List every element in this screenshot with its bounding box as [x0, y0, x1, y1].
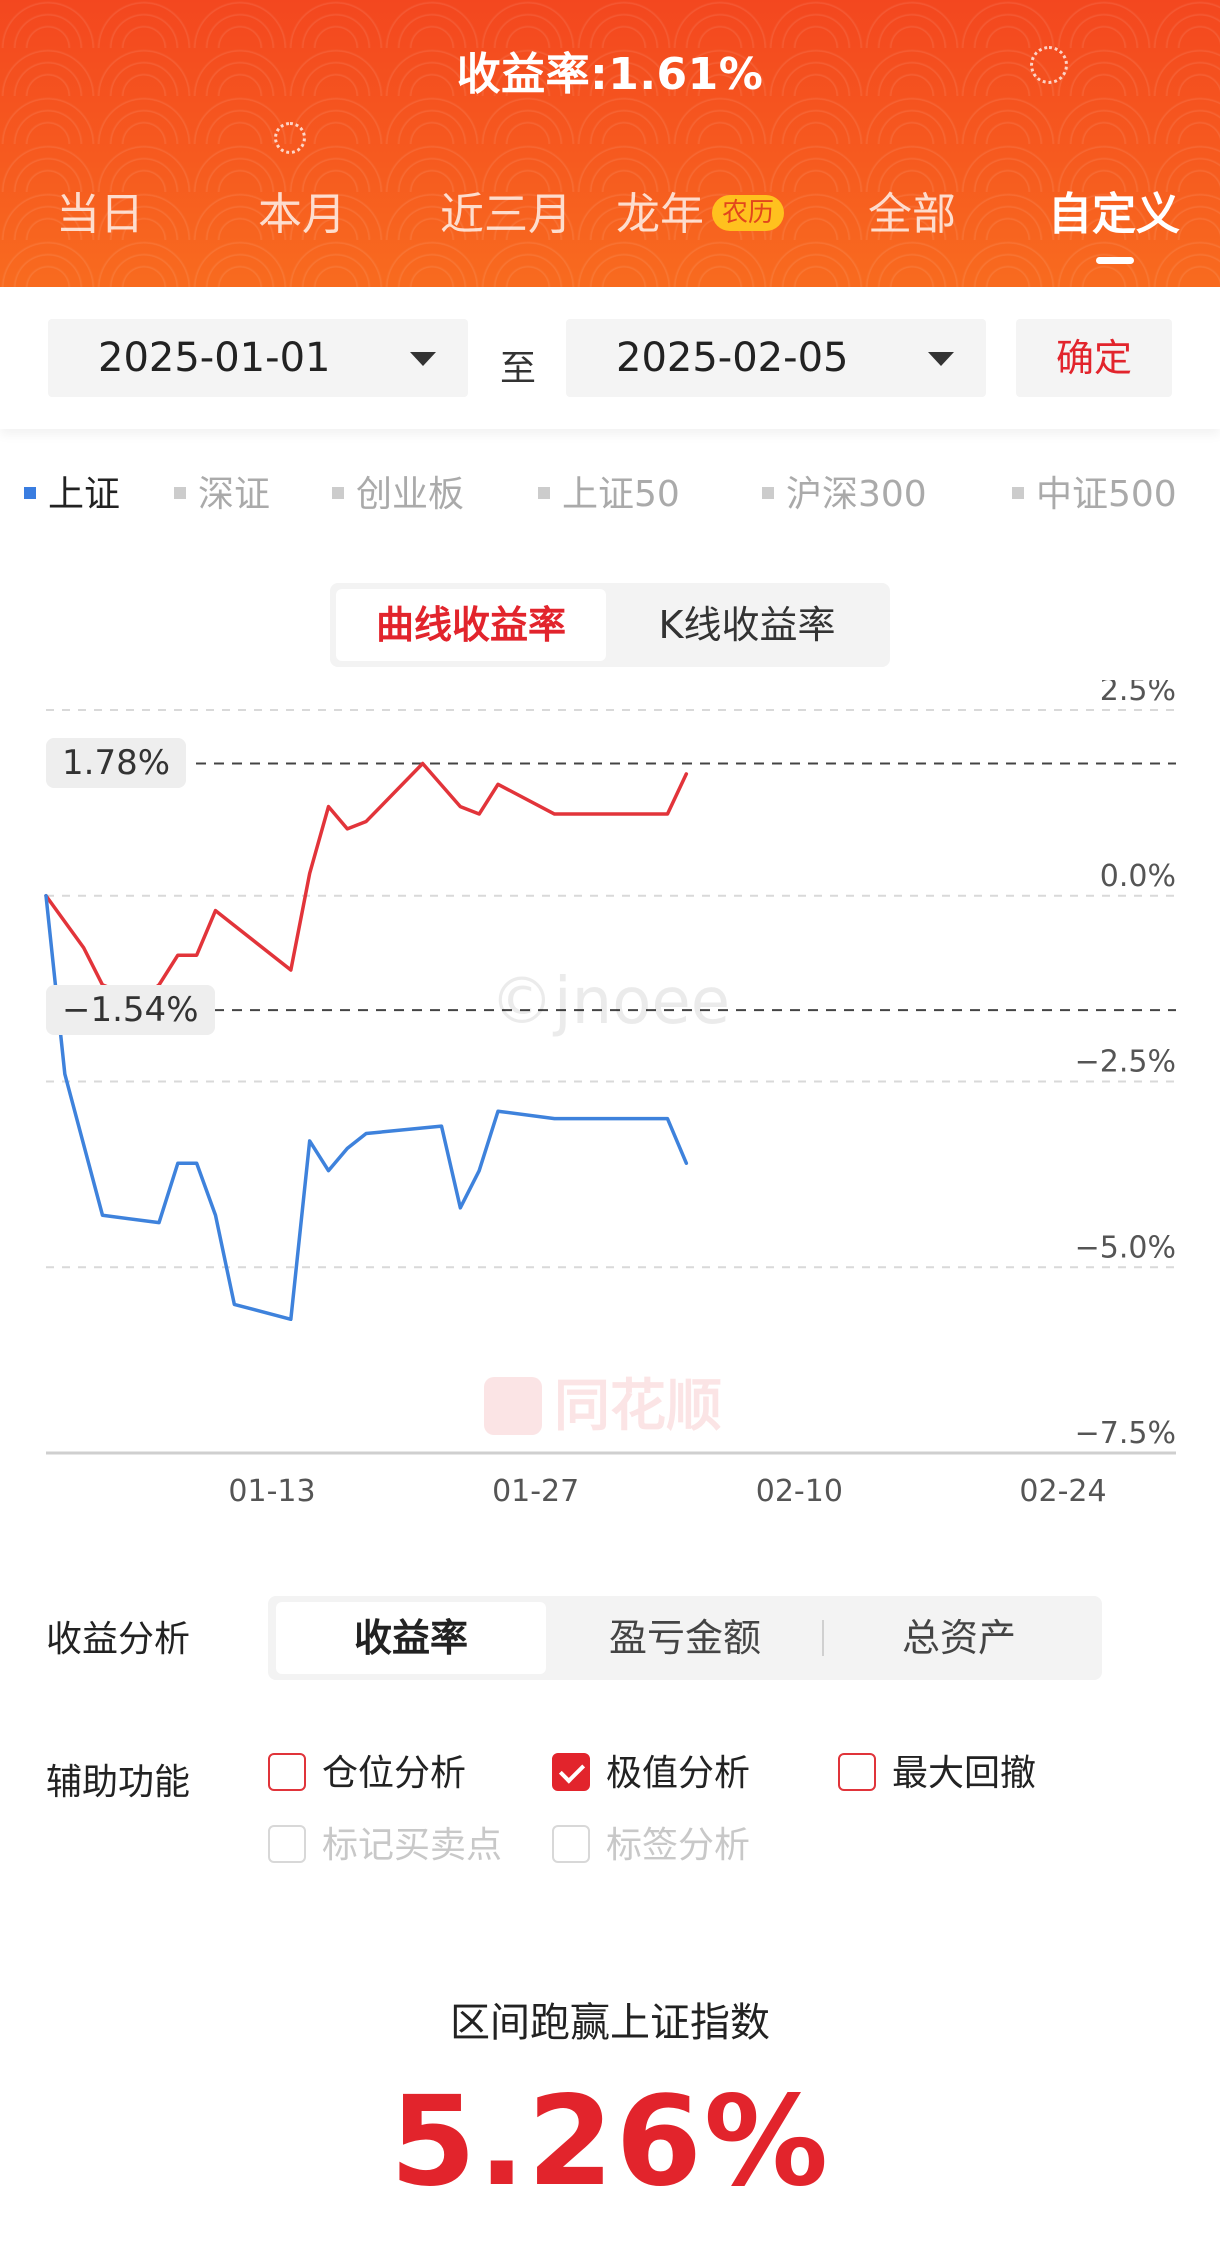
- checkbox-icon: [838, 1753, 876, 1791]
- loading-spinner-icon: [1030, 46, 1068, 84]
- index-tab-shanghai[interactable]: 上证: [24, 470, 120, 520]
- outperformance-value: 5.26%: [389, 2070, 831, 2214]
- analysis-label: 收益分析: [46, 1619, 191, 1660]
- tag-analysis-checkbox: 标签分析: [552, 1824, 750, 1868]
- tab-last-three-months[interactable]: 近三月: [440, 185, 572, 245]
- trade-points-checkbox: 标记买卖点: [268, 1824, 502, 1868]
- start-date-select[interactable]: 2025-01-01: [48, 319, 468, 397]
- tab-today[interactable]: 当日: [56, 185, 144, 245]
- dropdown-caret-icon: [928, 352, 954, 366]
- period-tabs: 当日 本月 近三月 龙年 农历 全部 自定义: [0, 185, 1220, 255]
- index-return-line: [44, 894, 689, 1322]
- x-tick-label: 02-24: [1019, 1474, 1106, 1509]
- legend-dot-icon: [174, 487, 186, 499]
- legend-dot-icon: [1012, 487, 1024, 499]
- tab-all[interactable]: 全部: [868, 185, 956, 245]
- watermark-logo: 同花顺: [484, 1375, 722, 1439]
- y-tick-label: 2.5%: [1100, 680, 1176, 708]
- chart-mode-toggle: 曲线收益率 K线收益率: [330, 583, 890, 667]
- index-tab-sse50[interactable]: 上证50: [538, 470, 680, 520]
- y-tick-label: 0.0%: [1100, 859, 1176, 894]
- legend-dot-icon: [538, 487, 550, 499]
- total-assets-option[interactable]: 总资产: [824, 1602, 1094, 1674]
- pnl-amount-option[interactable]: 盈亏金额: [550, 1602, 820, 1674]
- tab-custom[interactable]: 自定义: [1048, 185, 1180, 245]
- x-tick-label: 01-27: [492, 1474, 579, 1509]
- y-tick-label: −2.5%: [1075, 1045, 1176, 1080]
- analysis-toggle: 收益率 盈亏金额 总资产: [268, 1596, 1102, 1680]
- legend-dot-icon: [24, 487, 36, 499]
- index-tab-shenzhen[interactable]: 深证: [174, 470, 270, 520]
- ths-logo-icon: [484, 1376, 542, 1435]
- checkbox-icon: [552, 1825, 590, 1863]
- curve-return-button[interactable]: 曲线收益率: [336, 589, 606, 661]
- max-value-label: 1.78%: [46, 738, 187, 789]
- index-tab-csi300[interactable]: 沪深300: [762, 470, 927, 520]
- index-tab-chinext[interactable]: 创业板: [332, 470, 464, 520]
- return-rate-option[interactable]: 收益率: [276, 1602, 546, 1674]
- index-tab-csi500[interactable]: 中证500: [1012, 470, 1177, 520]
- start-date-value: 2025-01-01: [98, 335, 331, 381]
- tab-dragon-year[interactable]: 龙年 农历: [616, 185, 785, 245]
- y-tick-label: −5.0%: [1075, 1230, 1176, 1265]
- benchmark-index-tabs: 上证 深证 创业板 上证50 沪深300 中证500: [0, 470, 1220, 520]
- end-date-select[interactable]: 2025-02-05: [566, 319, 986, 397]
- loading-spinner-icon: [274, 122, 306, 154]
- extreme-analysis-checkbox[interactable]: 极值分析: [552, 1752, 750, 1796]
- checkbox-icon: [268, 1753, 306, 1791]
- confirm-button[interactable]: 确定: [1016, 319, 1172, 397]
- legend-dot-icon: [332, 487, 344, 499]
- checkbox-checked-icon: [552, 1753, 590, 1791]
- outperformance-title: 区间跑赢上证指数: [450, 2000, 770, 2046]
- max-drawdown-checkbox[interactable]: 最大回撤: [838, 1752, 1036, 1796]
- kline-return-button[interactable]: K线收益率: [612, 589, 882, 661]
- aux-label: 辅助功能: [46, 1762, 191, 1803]
- x-tick-label: 01-13: [228, 1474, 315, 1509]
- date-separator: 至: [500, 348, 537, 389]
- y-tick-label: −7.5%: [1075, 1416, 1176, 1451]
- dropdown-caret-icon: [410, 352, 436, 366]
- legend-dot-icon: [762, 487, 774, 499]
- watermark-text: ©jnoee: [489, 965, 731, 1039]
- active-tab-indicator: [1096, 257, 1134, 264]
- x-tick-label: 02-10: [756, 1474, 843, 1509]
- position-analysis-checkbox[interactable]: 仓位分析: [268, 1752, 466, 1796]
- date-range-bar: 2025-01-01 至 2025-02-05 确定: [0, 287, 1220, 429]
- header: 收益率:1.61% 当日 本月 近三月 龙年 农历 全部 自定义: [0, 0, 1220, 287]
- tab-this-month[interactable]: 本月: [258, 185, 346, 245]
- lunar-badge: 农历: [712, 195, 785, 231]
- checkbox-icon: [268, 1825, 306, 1863]
- end-date-value: 2025-02-05: [616, 335, 849, 381]
